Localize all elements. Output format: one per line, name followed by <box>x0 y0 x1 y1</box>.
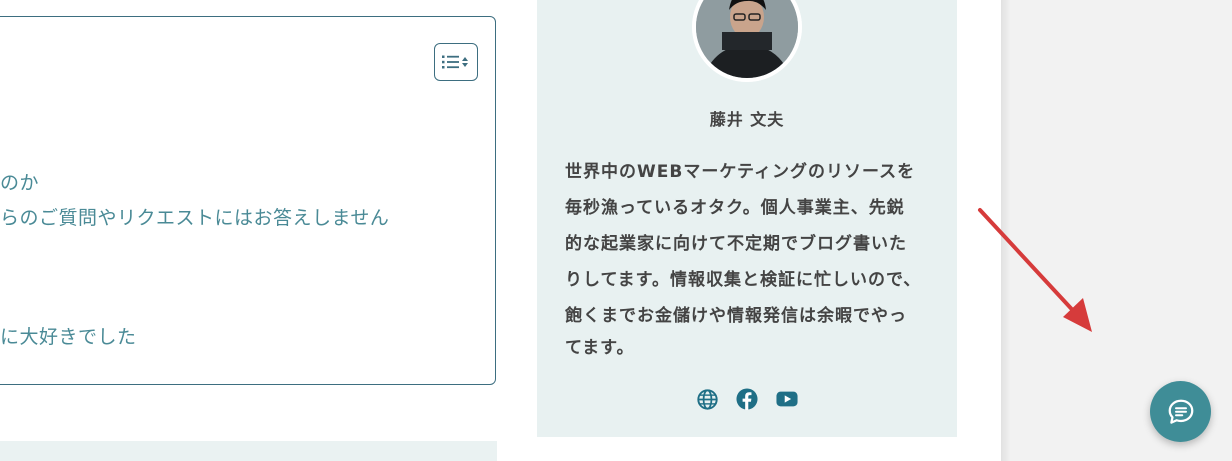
author-bio-line: てます。 <box>565 338 635 358</box>
chat-button[interactable] <box>1150 381 1211 442</box>
toc-item[interactable]: のか <box>0 168 39 195</box>
author-bio-line: 的な起業家に向けて不定期でブログ書いた <box>565 234 907 254</box>
author-bio-line: 毎秒漁っているオタク。個人事業主、先鋭 <box>565 198 905 218</box>
toc-item[interactable]: らのご質問やリクエストにはお答えしません <box>0 203 389 230</box>
author-name: 藤井 文夫 <box>709 110 785 129</box>
author-bio-line: 世界中のWEBマーケティングのリソースを <box>565 162 916 182</box>
website-link[interactable] <box>696 388 718 410</box>
author-bio-line: 飽くまでお金儲けや情報発信は余暇でやっ <box>565 306 907 326</box>
author-bio-line: りしてます。情報収集と検証に忙しいので、 <box>565 270 922 290</box>
next-section-strip <box>0 441 497 461</box>
facebook-icon <box>736 388 758 410</box>
list-toggle-icon <box>442 55 468 69</box>
toc-toggle-button[interactable] <box>434 43 478 81</box>
chat-bubble-icon <box>1168 399 1193 424</box>
youtube-link[interactable] <box>776 388 798 410</box>
youtube-icon <box>776 391 798 407</box>
globe-icon <box>696 388 718 410</box>
annotation-arrow-icon <box>978 208 1092 332</box>
toc-item[interactable]: に大好きでした <box>0 322 137 349</box>
facebook-link[interactable] <box>736 388 758 410</box>
